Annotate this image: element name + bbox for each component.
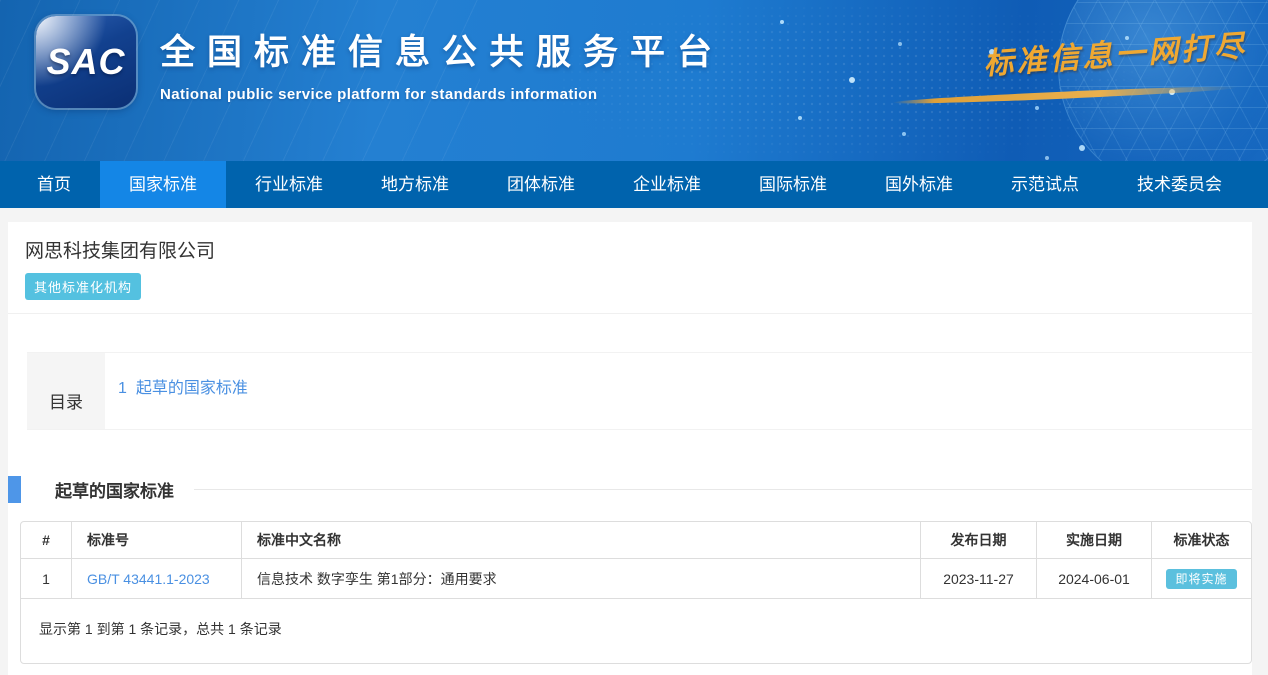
- col-header-std-no: 标准号: [71, 522, 241, 558]
- site-title: 全国标准信息公共服务平台: [160, 24, 724, 75]
- row-publish-date: 2023-11-27: [920, 559, 1036, 598]
- table-record-summary: 显示第 1 到第 1 条记录，总共 1 条记录: [21, 599, 1251, 663]
- status-badge: 即将实施: [1166, 569, 1236, 589]
- col-header-publish-date: 发布日期: [920, 522, 1036, 558]
- sac-logo[interactable]: SAC: [36, 16, 136, 108]
- table-row: 1 GB/T 43441.1-2023 信息技术 数字孪生 第1部分：通用要求 …: [21, 559, 1251, 599]
- nav-item-national-standards[interactable]: 国家标准: [100, 161, 226, 208]
- section-header: 起草的国家标准: [8, 476, 1252, 503]
- nav-item-pilot-demos[interactable]: 示范试点: [982, 161, 1108, 208]
- toc-item-index: 1: [118, 380, 127, 397]
- row-std-name: 信息技术 数字孪生 第1部分：通用要求: [241, 559, 920, 598]
- row-std-no-cell: GB/T 43441.1-2023: [71, 559, 241, 598]
- content-panel: 网思科技集团有限公司 其他标准化机构 目录 1 起草的国家标准 起草的国家标准 #…: [8, 222, 1252, 675]
- row-status-cell: 即将实施: [1151, 559, 1251, 598]
- row-implement-date: 2024-06-01: [1036, 559, 1151, 598]
- nav-item-group-standards[interactable]: 团体标准: [478, 161, 604, 208]
- col-header-implement-date: 实施日期: [1036, 522, 1151, 558]
- section-rule-line: [194, 489, 1252, 490]
- nav-item-enterprise-standards[interactable]: 企业标准: [604, 161, 730, 208]
- section-title: 起草的国家标准: [55, 477, 174, 502]
- toc-label-cell: 目录: [27, 353, 105, 429]
- col-header-name: 标准中文名称: [241, 522, 920, 558]
- site-subtitle: National public service platform for sta…: [160, 86, 724, 103]
- nav-item-industry-standards[interactable]: 行业标准: [226, 161, 352, 208]
- org-type-badge: 其他标准化机构: [25, 273, 141, 300]
- org-divider: [8, 313, 1252, 314]
- table-header-row: # 标准号 标准中文名称 发布日期 实施日期 标准状态: [21, 522, 1251, 559]
- main-nav: 首页 国家标准 行业标准 地方标准 团体标准 企业标准 国际标准 国外标准 示范…: [0, 161, 1268, 208]
- col-header-status: 标准状态: [1151, 522, 1251, 558]
- nav-item-international-standards[interactable]: 国际标准: [730, 161, 856, 208]
- row-index: 1: [21, 559, 71, 598]
- nav-item-foreign-standards[interactable]: 国外标准: [856, 161, 982, 208]
- sparkle-dots-decor: [780, 20, 784, 24]
- section-marker: [8, 476, 21, 503]
- standards-table: # 标准号 标准中文名称 发布日期 实施日期 标准状态 1 GB/T 43441…: [20, 521, 1252, 664]
- toc-link-drafted-standards[interactable]: 起草的国家标准: [136, 380, 248, 397]
- toc-section: 目录 1 起草的国家标准: [27, 352, 1252, 430]
- org-name: 网思科技集团有限公司: [8, 222, 1252, 263]
- toc-content: 1 起草的国家标准: [105, 353, 1252, 429]
- std-no-link[interactable]: GB/T 43441.1-2023: [87, 571, 210, 587]
- site-title-block: 全国标准信息公共服务平台 National public service pla…: [160, 24, 724, 103]
- nav-item-technical-committees[interactable]: 技术委员会: [1108, 161, 1251, 208]
- toc-label: 目录: [49, 388, 83, 413]
- site-header: SAC 全国标准信息公共服务平台 National public service…: [0, 0, 1268, 161]
- col-header-index: #: [21, 522, 71, 558]
- nav-item-local-standards[interactable]: 地方标准: [352, 161, 478, 208]
- nav-item-home[interactable]: 首页: [8, 161, 100, 208]
- sac-logo-text: SAC: [46, 41, 125, 83]
